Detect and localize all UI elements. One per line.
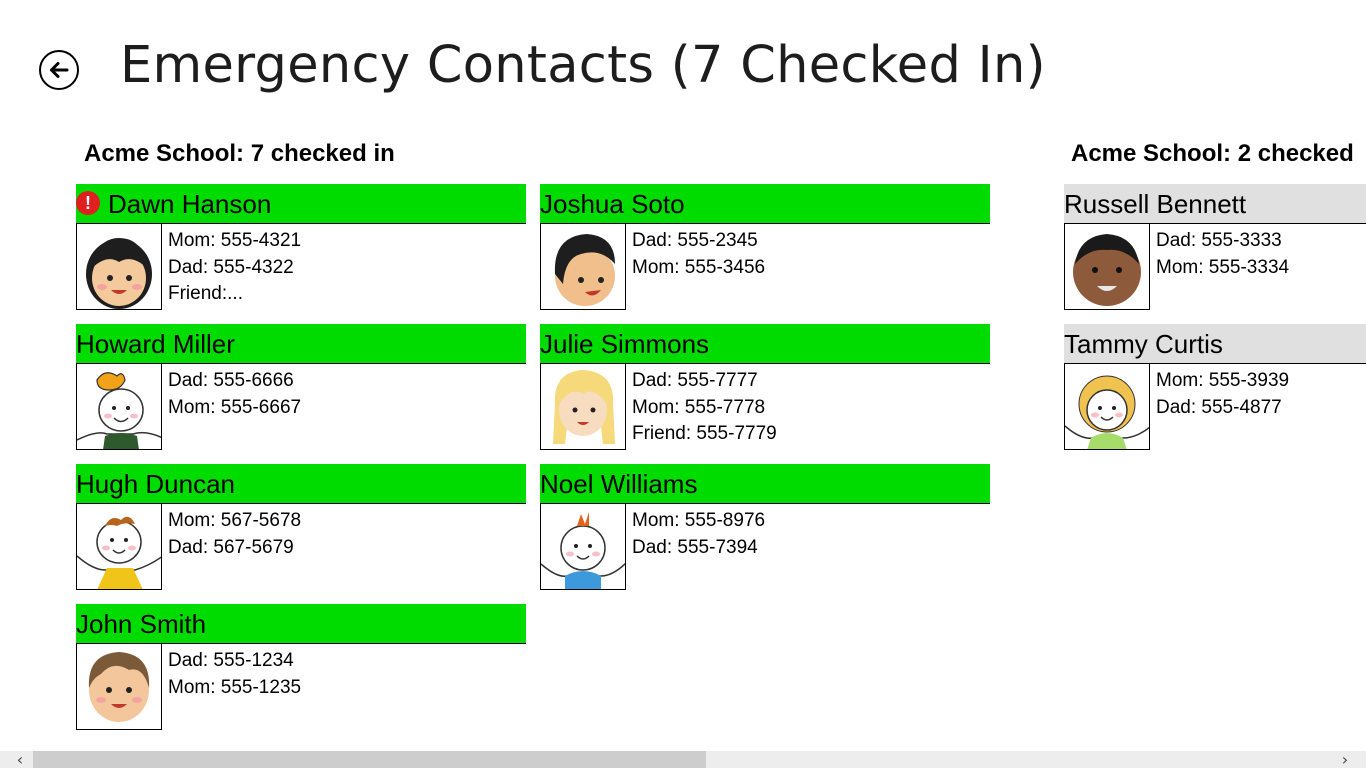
contact-list: Dad: 555-7777 Mom: 555-7778 Friend: 555-… (632, 368, 777, 448)
child-name-header: Tammy Curtis (1064, 324, 1366, 364)
child-name: Tammy Curtis (1064, 329, 1223, 359)
avatar (76, 504, 162, 590)
avatar (1064, 224, 1150, 310)
child-name: Howard Miller (76, 329, 235, 359)
child-name: John Smith (76, 609, 207, 639)
page-title: Emergency Contacts (7 Checked In) (120, 36, 1046, 95)
contact-line: Mom: 555-3456 (632, 256, 766, 278)
avatar (1064, 364, 1150, 450)
app-root: Emergency Contacts (7 Checked In) Acme S… (0, 0, 1366, 768)
contact-list: Mom: 567-5678 Dad: 567-5679 (168, 508, 301, 561)
contact-list: Dad: 555-2345 Mom: 555-3456 (632, 228, 765, 281)
child-name: Russell Bennett (1064, 189, 1247, 219)
avatar (76, 364, 162, 450)
child-name-header: Howard Miller (76, 324, 526, 364)
child-name-header: Russell Bennett (1064, 184, 1366, 224)
contact-line: Friend: 555-7779 (632, 423, 777, 444)
child-name: Hugh Duncan (76, 469, 235, 499)
avatar (540, 504, 626, 590)
contact-line: Mom: 555-3939 (1156, 370, 1290, 391)
contact-line: Dad: 555-7777 (632, 370, 758, 391)
child-name: Julie Simmons (540, 329, 710, 359)
child-name: Dawn Hanson (108, 189, 272, 219)
contact-line: Dad: 555-4877 (1156, 396, 1282, 418)
contact-list: Dad: 555-3333 Mom: 555-3334 (1156, 228, 1289, 281)
contact-line: Mom: 555-3334 (1156, 256, 1290, 278)
child-name: Joshua Soto (540, 189, 685, 219)
group-header-checked-in[interactable]: Acme School: 7 checked in (84, 140, 395, 168)
chevron-right-icon[interactable]: › (1335, 751, 1355, 768)
avatar (540, 224, 626, 310)
avatar (76, 644, 162, 730)
back-button[interactable] (39, 50, 79, 90)
contact-line: Dad: 567-5679 (168, 536, 294, 558)
contact-line: Mom: 555-1235 (168, 676, 302, 698)
child-card-joshua-soto[interactable]: Joshua Soto Dad: 555-2345 Mom: 555-3456 (540, 184, 990, 310)
contact-line: Mom: 555-8976 (632, 510, 766, 531)
child-name-header: Noel Williams (540, 464, 990, 504)
contact-list: Mom: 555-3939 Dad: 555-4877 (1156, 368, 1289, 421)
contact-list: Dad: 555-1234 Mom: 555-1235 (168, 648, 301, 701)
contact-line: Mom: 555-4321 (168, 230, 302, 251)
contact-list: Mom: 555-4321 Dad: 555-4322 Friend:... (168, 228, 301, 308)
exclamation-alert-icon: ! (76, 191, 100, 216)
contact-list: Dad: 555-6666 Mom: 555-6667 (168, 368, 301, 421)
child-card-noel-williams[interactable]: Noel Williams Mom: 555-8976 Dad: 555-739… (540, 464, 990, 590)
child-card-john-smith[interactable]: John Smith Dad: 555-1234 Mom: 555-1235 (76, 604, 526, 730)
contact-line: Dad: 555-2345 (632, 230, 758, 251)
child-name: Noel Williams (540, 469, 698, 499)
contact-line: Dad: 555-4322 (168, 256, 294, 278)
child-name-header: Joshua Soto (540, 184, 990, 224)
contact-line: Dad: 555-6666 (168, 370, 294, 391)
contact-line: Dad: 555-1234 (168, 650, 294, 671)
avatar (76, 224, 162, 310)
contact-line: Mom: 555-6667 (168, 396, 302, 418)
child-name-header: ! Dawn Hanson (76, 184, 526, 224)
contact-line: Friend:... (168, 283, 243, 304)
child-name-header: Julie Simmons (540, 324, 990, 364)
child-card-russell-bennett[interactable]: Russell Bennett Dad: 555-3333 Mom: 555-3… (1064, 184, 1366, 310)
child-card-dawn-hanson[interactable]: ! Dawn Hanson Mom: 555-4321 Dad: 555-4322… (76, 184, 526, 310)
contact-line: Dad: 555-3333 (1156, 230, 1282, 251)
avatar (540, 364, 626, 450)
contact-line: Dad: 555-7394 (632, 536, 758, 558)
scrollbar-thumb[interactable] (33, 751, 706, 768)
horizontal-scrollbar[interactable]: ‹ › (0, 751, 1366, 768)
group-header-not-checked-in[interactable]: Acme School: 2 checked (1071, 140, 1354, 168)
contact-line: Mom: 555-7778 (632, 396, 766, 418)
contact-list: Mom: 555-8976 Dad: 555-7394 (632, 508, 765, 561)
child-name-header: Hugh Duncan (76, 464, 526, 504)
child-card-howard-miller[interactable]: Howard Miller Dad: 555-6666 Mom: 555-666… (76, 324, 526, 450)
child-card-hugh-duncan[interactable]: Hugh Duncan Mom: 567-5678 Dad: 567-5679 (76, 464, 526, 590)
child-name-header: John Smith (76, 604, 526, 644)
back-arrow-icon (50, 62, 69, 78)
chevron-left-icon[interactable]: ‹ (10, 751, 30, 768)
child-card-julie-simmons[interactable]: Julie Simmons Dad: 555-7777 Mom: 555-777… (540, 324, 990, 450)
contact-line: Mom: 567-5678 (168, 510, 302, 531)
child-card-tammy-curtis[interactable]: Tammy Curtis Mom: 555-3939 Dad: 555-4877 (1064, 324, 1366, 450)
